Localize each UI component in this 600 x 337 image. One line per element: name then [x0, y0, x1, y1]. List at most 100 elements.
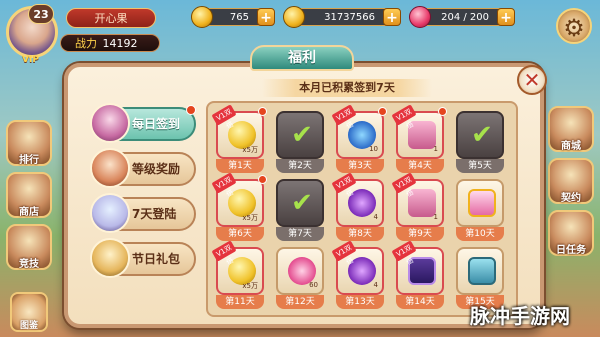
reward-quantity: 1 [433, 145, 438, 153]
checkin-day-cell[interactable]: 1 V1双倍第9天 [391, 172, 444, 241]
notification-dot [258, 175, 267, 184]
coins-counter: 765 + [191, 6, 275, 28]
collection-button[interactable]: 图鉴 [10, 292, 48, 332]
day-label: 第7天 [276, 227, 324, 241]
check-icon: ✔ [291, 120, 313, 150]
notification-dot [378, 107, 387, 116]
vip-tag[interactable]: VIP [22, 55, 39, 65]
checkin-day-cell[interactable]: x5万 V1双倍第11天 [211, 240, 264, 309]
reward-quantity: x5万 [242, 282, 258, 290]
stamina-value: 204 / 200 [441, 12, 489, 23]
notification-dot [186, 105, 196, 115]
day-label: 第3天 [336, 159, 384, 173]
checkin-day-cell[interactable]: 4 V1双倍第8天 [331, 172, 384, 241]
reward-box: ✔ [456, 111, 504, 159]
reward-quantity: 4 [373, 213, 378, 221]
check-icon: ✔ [471, 120, 493, 150]
day-label: 第9天 [396, 227, 444, 241]
checkin-day-cell[interactable]: 10 V1双倍第3天 [331, 104, 387, 173]
day-label: 第8天 [336, 227, 384, 241]
reward-quantity: x5万 [242, 214, 258, 222]
character-icon [90, 193, 130, 233]
day-label: 第5天 [456, 159, 504, 173]
left-side-menu: 排行 商店 竞技 [6, 120, 54, 276]
watermark-text: 脉冲手游网 [470, 304, 570, 328]
coins-value: 765 [229, 12, 249, 23]
checkin-day-cell[interactable]: 4 V1双倍第13天 [331, 240, 384, 309]
day-label: 第4天 [396, 159, 444, 173]
gear-icon[interactable]: ⚙ [556, 8, 592, 44]
double-ribbon: V1双倍 [211, 240, 237, 267]
character-icon [90, 238, 130, 278]
checkin-day-cell[interactable]: ✔ 第2天 [276, 111, 324, 173]
add-stamina-button[interactable]: + [497, 8, 515, 26]
mall-button[interactable]: 商城 [548, 106, 594, 152]
day-label: 第2天 [276, 159, 324, 173]
checkin-day-cell[interactable]: 1 V1双倍第4天 [391, 104, 447, 173]
double-ribbon: V1双倍 [211, 172, 237, 199]
character-icon [90, 148, 130, 188]
character-icon [90, 103, 130, 143]
tab-list: 每日签到 等级奖励 7天登陆 节日礼包 [90, 103, 196, 287]
welfare-dialog: 福利 ✕ 本月已积累签到7天 每日签到 等级奖励 7天登陆 节日礼包 x5万 V1… [64, 45, 547, 328]
checkin-day-cell[interactable]: V1双倍第14天 [391, 240, 444, 309]
card-icon [468, 257, 496, 285]
double-ribbon: V1双倍 [331, 240, 357, 267]
add-coins-button[interactable]: + [257, 8, 275, 26]
double-ribbon: V1双倍 [211, 104, 237, 131]
checkin-day-cell[interactable]: 第10天 [456, 179, 504, 241]
tab-holiday-pack[interactable]: 节日礼包 [90, 238, 196, 278]
ranking-button[interactable]: 排行 [6, 120, 52, 166]
checkin-day-cell[interactable]: 60 第12天 [276, 247, 324, 309]
notification-dot [438, 107, 447, 116]
stamina-counter: 204 / 200 + [409, 6, 515, 28]
close-button[interactable]: ✕ [517, 65, 547, 95]
double-ribbon: V1双倍 [331, 172, 357, 199]
daily-task-button[interactable]: 日任务 [548, 210, 594, 256]
day-label: 第14天 [396, 295, 444, 309]
reward-quantity: x5万 [242, 146, 258, 154]
reward-box: ✔ [276, 111, 324, 159]
gold-value: 31737566 [324, 12, 375, 23]
check-icon: ✔ [291, 188, 313, 218]
day-label: 第12天 [276, 295, 324, 309]
double-ribbon: V1双倍 [391, 172, 417, 199]
contract-button[interactable]: 契约 [548, 158, 594, 204]
double-ribbon: V1双倍 [331, 104, 357, 131]
coin-icon [191, 6, 213, 28]
gold-counter: 31737566 + [283, 6, 401, 28]
tab-daily-checkin[interactable]: 每日签到 [90, 103, 196, 143]
reward-quantity: 10 [369, 145, 378, 153]
right-side-menu: 商城 契约 日任务 [548, 106, 596, 262]
reward-quantity: 4 [373, 281, 378, 289]
power-value: 14192 [102, 37, 138, 50]
checkin-day-cell[interactable]: ✔ 第7天 [276, 179, 324, 241]
tab-level-reward[interactable]: 等级奖励 [90, 148, 196, 188]
checkin-day-cell[interactable]: x5万 V1双倍第1天 [211, 104, 267, 173]
gold-pink-icon [468, 189, 496, 217]
gold-icon [283, 6, 305, 28]
checkin-day-cell[interactable]: ✔ 第5天 [456, 111, 504, 173]
heart-icon [409, 6, 431, 28]
day-label: 第11天 [216, 295, 264, 309]
reward-quantity: 1 [433, 213, 438, 221]
shop-button[interactable]: 商店 [6, 172, 52, 218]
checkin-day-cell[interactable]: x5万 V1双倍 第6天 [211, 172, 267, 241]
arena-button[interactable]: 竞技 [6, 224, 52, 270]
reward-box [456, 179, 504, 227]
add-gold-button[interactable]: + [383, 8, 401, 26]
double-ribbon: V1双倍 [391, 104, 417, 131]
reward-box: 60 [276, 247, 324, 295]
checkin-count-text: 本月已积累签到7天 [262, 79, 432, 97]
reward-box: ✔ [276, 179, 324, 227]
dialog-title: 福利 [250, 45, 354, 71]
checkin-grid: x5万 V1双倍 第1天 ✔ 第2天 10 V1双倍 第3天 1 V1双倍 第4天 ✔ 第5天 x5万 V1… [206, 101, 518, 317]
power-bar: 战力 14192 [60, 34, 160, 52]
day-label: 第1天 [216, 159, 264, 173]
level-badge: 23 [28, 4, 54, 24]
player-name: 开心果 [66, 8, 156, 28]
double-ribbon: V1双倍 [391, 240, 417, 267]
reward-quantity: 60 [309, 281, 318, 289]
day-label: 第13天 [336, 295, 384, 309]
tab-7day-login[interactable]: 7天登陆 [90, 193, 196, 233]
